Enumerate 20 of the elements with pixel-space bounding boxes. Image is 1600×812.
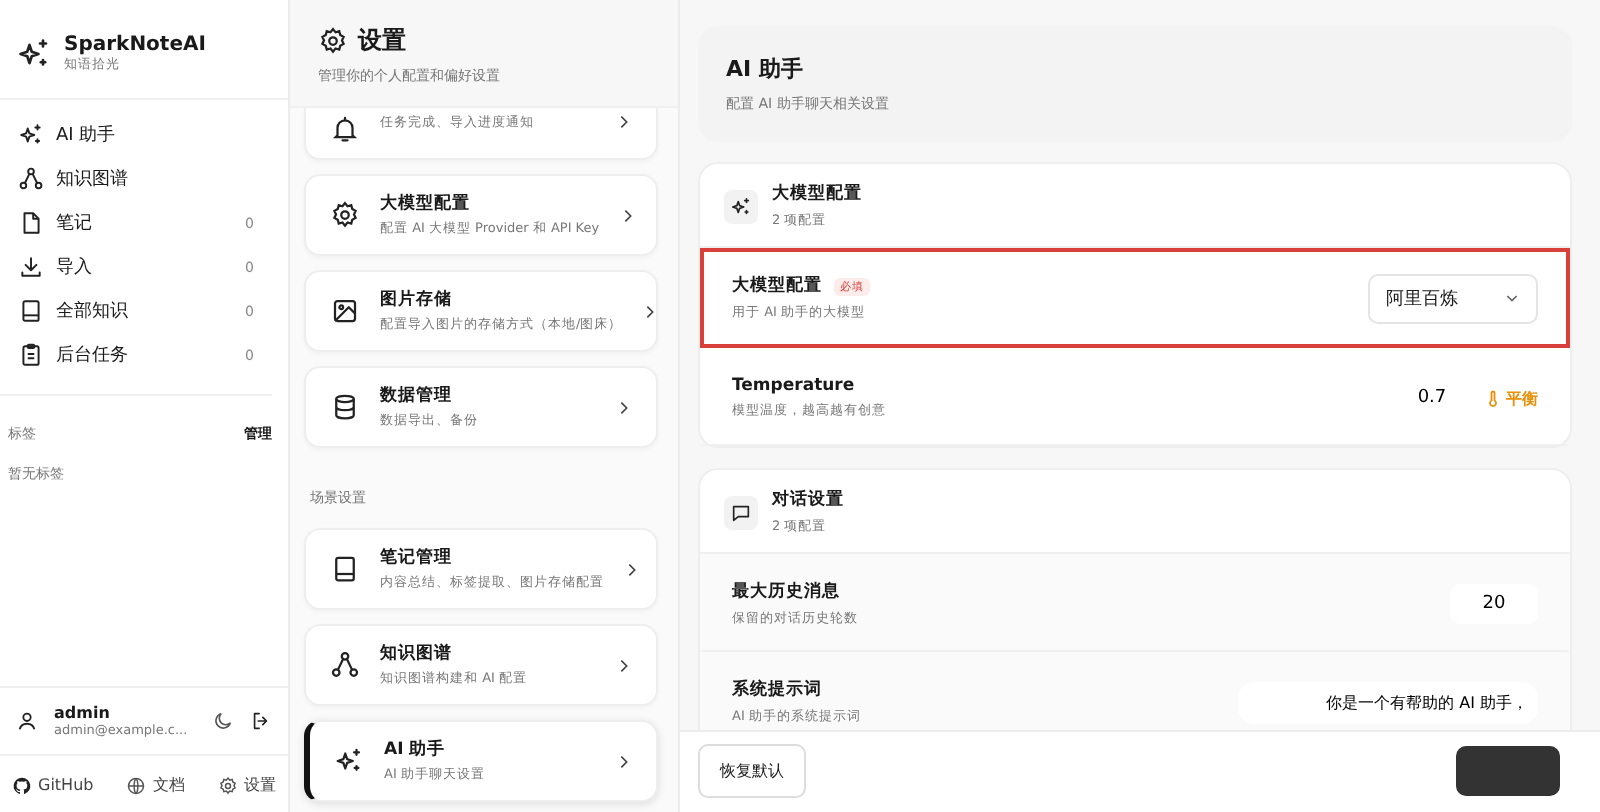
setting-label: 系统提示词: [732, 678, 822, 702]
model-select[interactable]: 阿里百炼: [1368, 273, 1538, 323]
setting-label: Temperature: [732, 376, 855, 396]
number-input[interactable]: 20: [1450, 584, 1538, 624]
section-title: 对话设置: [772, 488, 844, 512]
app-name: SparkNoteAI: [64, 34, 206, 56]
prompt-input[interactable]: 你是一个有帮助的 AI 助手，: [1238, 681, 1538, 723]
nav-item[interactable]: 知识图谱: [12, 158, 260, 200]
footer-link[interactable]: 文档: [126, 774, 185, 796]
footer-link[interactable]: 设置: [217, 774, 276, 796]
temperature-hint: 平衡: [1506, 387, 1538, 409]
page-title: AI 助手: [726, 54, 805, 84]
user-name: admin: [54, 704, 112, 722]
footer-link[interactable]: GitHub: [12, 774, 94, 796]
reset-button[interactable]: 恢复默认: [698, 744, 806, 798]
section-title: 大模型配置: [772, 182, 862, 206]
setting-label: 大模型配置: [732, 274, 822, 298]
nav-item[interactable]: AI 助手: [12, 114, 260, 156]
settings-title: 设置: [358, 24, 406, 58]
setting-label: 最大历史消息: [732, 580, 840, 604]
